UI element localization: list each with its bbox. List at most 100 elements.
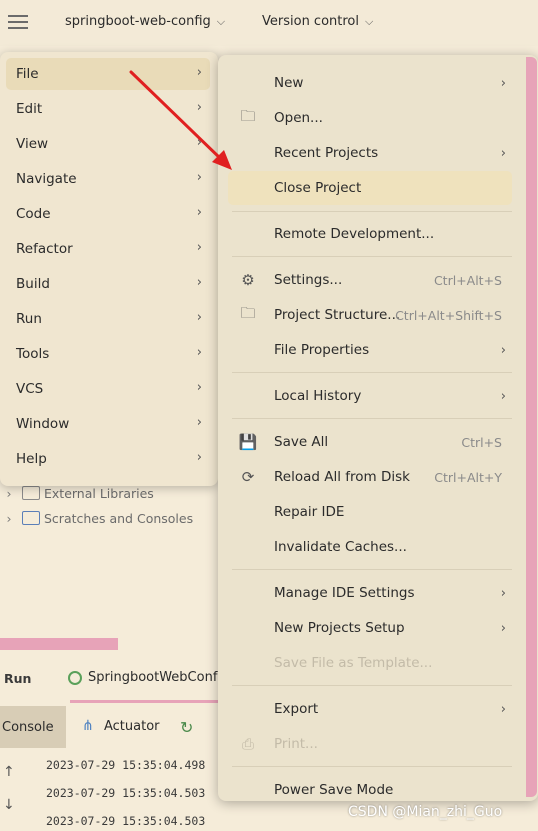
menu-item-label: Invalidate Caches... bbox=[274, 539, 407, 555]
menu-item-remote-development[interactable]: Remote Development... bbox=[228, 217, 512, 251]
run-tool-window-title: Run bbox=[4, 671, 32, 686]
menu-item-build[interactable]: Build › bbox=[6, 268, 210, 300]
menu-item-local-history[interactable]: Local History › bbox=[228, 379, 512, 413]
chevron-down-icon: ⌵ bbox=[365, 15, 374, 28]
progress-strip bbox=[0, 638, 118, 650]
chevron-down-icon: ⌵ bbox=[216, 15, 226, 28]
menu-item-label: Reload All from Disk bbox=[274, 469, 410, 485]
project-selector[interactable]: springboot-web-config ⌵ bbox=[65, 14, 225, 29]
menu-item-file-properties[interactable]: File Properties › bbox=[228, 333, 512, 367]
menu-item-label: Open... bbox=[274, 110, 323, 126]
chevron-right-icon: › bbox=[196, 135, 202, 150]
menu-item-label: Run bbox=[16, 311, 42, 327]
chevron-right-icon[interactable]: › bbox=[2, 511, 16, 526]
menu-item-repair-ide[interactable]: Repair IDE bbox=[228, 495, 512, 529]
log-line: 2023-07-29 15:35:04.498 bbox=[46, 758, 206, 772]
save-icon: 💾 bbox=[238, 433, 258, 451]
project-name: springboot-web-config bbox=[65, 14, 211, 29]
menu-item-vcs[interactable]: VCS › bbox=[6, 373, 210, 405]
menu-item-tools[interactable]: Tools › bbox=[6, 338, 210, 370]
chevron-right-icon: › bbox=[196, 205, 202, 220]
menu-item-label: Settings... bbox=[274, 272, 343, 288]
menu-item-refactor[interactable]: Refactor › bbox=[6, 233, 210, 265]
menu-item-new-projects-setup[interactable]: New Projects Setup › bbox=[228, 611, 512, 645]
menu-item-label: Remote Development... bbox=[274, 226, 435, 242]
chevron-right-icon[interactable]: › bbox=[2, 486, 16, 501]
gear-icon: ⚙ bbox=[241, 271, 255, 289]
chevron-right-icon: › bbox=[196, 345, 202, 360]
menu-item-print: ⎙ Print... bbox=[228, 727, 512, 761]
menu-item-label: VCS bbox=[16, 381, 44, 397]
chevron-right-icon: › bbox=[500, 388, 506, 404]
menu-item-close-project[interactable]: Close Project bbox=[228, 171, 512, 205]
menu-item-label: Export bbox=[274, 701, 319, 717]
menu-item-invalidate-caches[interactable]: Invalidate Caches... bbox=[228, 530, 512, 564]
chevron-right-icon: › bbox=[500, 342, 506, 358]
menu-separator bbox=[232, 569, 512, 570]
menu-item-label: Save File as Template... bbox=[274, 655, 433, 671]
log-line: 2023-07-29 15:35:04.503 bbox=[46, 786, 206, 800]
chevron-right-icon: › bbox=[196, 275, 202, 290]
menu-item-label: Code bbox=[16, 206, 51, 222]
library-icon bbox=[22, 486, 40, 500]
tab-actuator-label: Actuator bbox=[104, 718, 160, 734]
menu-item-open[interactable]: 🗀 Open... bbox=[228, 101, 512, 135]
menu-item-label: Navigate bbox=[16, 171, 77, 187]
menu-item-label: New bbox=[274, 75, 304, 91]
tab-actuator[interactable]: ⋔ Actuator bbox=[82, 718, 160, 734]
menu-item-reload-all[interactable]: ⟳ Reload All from Disk Ctrl+Alt+Y bbox=[228, 460, 512, 494]
chevron-right-icon: › bbox=[500, 701, 506, 717]
menu-item-edit[interactable]: Edit › bbox=[6, 93, 210, 125]
menu-item-power-save-mode[interactable]: Power Save Mode bbox=[228, 773, 512, 807]
chevron-right-icon: › bbox=[500, 75, 506, 91]
menu-separator bbox=[232, 211, 512, 212]
tree-item-label: External Libraries bbox=[44, 485, 154, 501]
tree-item-scratches[interactable]: › Scratches and Consoles bbox=[0, 507, 194, 529]
chevron-right-icon: › bbox=[500, 620, 506, 636]
menu-item-settings[interactable]: ⚙ Settings... Ctrl+Alt+S bbox=[228, 263, 512, 297]
log-line: 2023-07-29 15:35:04.503 bbox=[46, 814, 206, 828]
menu-item-label: View bbox=[16, 136, 49, 152]
menu-separator bbox=[232, 766, 512, 767]
chevron-right-icon: › bbox=[500, 145, 506, 161]
main-menu: File › Edit › View › Navigate › Code › Refact… bbox=[0, 52, 218, 486]
folder-icon: 🗀 bbox=[240, 106, 256, 125]
menu-item-label: Close Project bbox=[274, 180, 362, 196]
menu-item-help[interactable]: Help › bbox=[6, 443, 210, 475]
menu-item-file[interactable]: File › bbox=[6, 58, 210, 90]
menu-item-label: Build bbox=[16, 276, 50, 292]
rerun-icon[interactable]: ↻ bbox=[180, 718, 198, 737]
scratches-icon bbox=[22, 511, 40, 525]
file-submenu: New › 🗀 Open... Recent Projects › Close … bbox=[218, 55, 538, 801]
chevron-right-icon: › bbox=[196, 240, 202, 255]
menu-item-code[interactable]: Code › bbox=[6, 198, 210, 230]
menu-item-label: Recent Projects bbox=[274, 145, 379, 161]
run-config-label: SpringbootWebConf bbox=[88, 670, 218, 685]
main-menu-icon[interactable] bbox=[8, 12, 28, 30]
shortcut-label: Ctrl+Alt+S bbox=[433, 272, 502, 288]
menu-item-label: File bbox=[16, 66, 39, 82]
menu-item-navigate[interactable]: Navigate › bbox=[6, 163, 210, 195]
active-tab-indicator bbox=[70, 700, 220, 703]
scroll-up-icon[interactable]: ↑ bbox=[3, 764, 15, 780]
version-control-label: Version control bbox=[262, 14, 359, 29]
run-config-tab[interactable]: SpringbootWebConf bbox=[68, 670, 217, 685]
spring-boot-icon bbox=[68, 670, 82, 685]
shortcut-label: Ctrl+Alt+Y bbox=[434, 469, 502, 485]
menu-item-save-all[interactable]: 💾 Save All Ctrl+S bbox=[228, 425, 512, 459]
menu-item-new[interactable]: New › bbox=[228, 66, 512, 100]
menu-item-window[interactable]: Window › bbox=[6, 408, 210, 440]
menu-item-label: Refactor bbox=[16, 241, 73, 257]
menu-item-export[interactable]: Export › bbox=[228, 692, 512, 726]
menu-separator bbox=[232, 685, 512, 686]
chevron-right-icon: › bbox=[196, 100, 202, 115]
actuator-icon: ⋔ bbox=[82, 718, 94, 734]
menu-item-project-structure[interactable]: 🗀 Project Structure... Ctrl+Alt+Shift+S bbox=[228, 298, 512, 332]
scroll-down-icon[interactable]: ↓ bbox=[3, 797, 15, 813]
menu-item-run[interactable]: Run › bbox=[6, 303, 210, 335]
menu-item-recent-projects[interactable]: Recent Projects › bbox=[228, 136, 512, 170]
version-control-selector[interactable]: Version control ⌵ bbox=[262, 14, 373, 29]
shortcut-label: Ctrl+Alt+Shift+S bbox=[395, 307, 502, 323]
menu-item-manage-ide-settings[interactable]: Manage IDE Settings › bbox=[228, 576, 512, 610]
menu-item-view[interactable]: View › bbox=[6, 128, 210, 160]
